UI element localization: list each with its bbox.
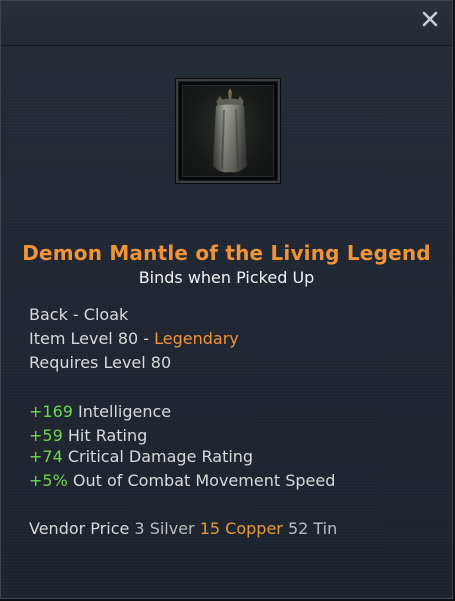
stat-label: Out of Combat Movement Speed bbox=[67, 471, 336, 490]
required-level: Requires Level 80 bbox=[29, 353, 172, 372]
item-icon-frame bbox=[176, 79, 280, 183]
stat-value: +59 bbox=[29, 426, 63, 445]
bind-type: Binds when Picked Up bbox=[138, 268, 315, 287]
vendor-price: Vendor Price 3 Silver 15 Copper 52 Tin bbox=[29, 519, 337, 538]
copper-amount: 15 Copper bbox=[199, 519, 288, 538]
stat-value: +169 bbox=[29, 402, 73, 421]
stat-label: Intelligence bbox=[72, 402, 172, 421]
stat-label: Hit Rating bbox=[62, 426, 148, 445]
stat-line: +59 Hit Rating bbox=[29, 426, 147, 445]
tin-amount: 52 Tin bbox=[287, 519, 338, 538]
vendor-price-label: Vendor Price bbox=[29, 519, 135, 538]
close-icon bbox=[422, 11, 438, 27]
tooltip-titlebar bbox=[1, 1, 452, 46]
stat-line: +169 Intelligence bbox=[29, 402, 171, 421]
item-rarity: Legendary bbox=[154, 329, 239, 348]
item-icon-slot bbox=[182, 85, 274, 177]
item-level-line: Item Level 80 - Legendary bbox=[29, 329, 239, 348]
cloak-icon bbox=[213, 88, 247, 173]
close-button[interactable] bbox=[420, 9, 440, 29]
item-name: Demon Mantle of the Living Legend bbox=[22, 241, 431, 265]
item-level-label: Item Level 80 - bbox=[29, 329, 155, 348]
item-tooltip: Demon Mantle of the Living Legend Binds … bbox=[0, 0, 453, 599]
stat-line: +5% Out of Combat Movement Speed bbox=[29, 471, 335, 490]
stat-value: +5% bbox=[29, 471, 68, 490]
stat-line: +74 Critical Damage Rating bbox=[29, 447, 253, 466]
stat-value: +74 bbox=[29, 447, 63, 466]
silver-amount: 3 Silver bbox=[134, 519, 200, 538]
stat-label: Critical Damage Rating bbox=[62, 447, 254, 466]
item-slot: Back - Cloak bbox=[29, 305, 129, 324]
